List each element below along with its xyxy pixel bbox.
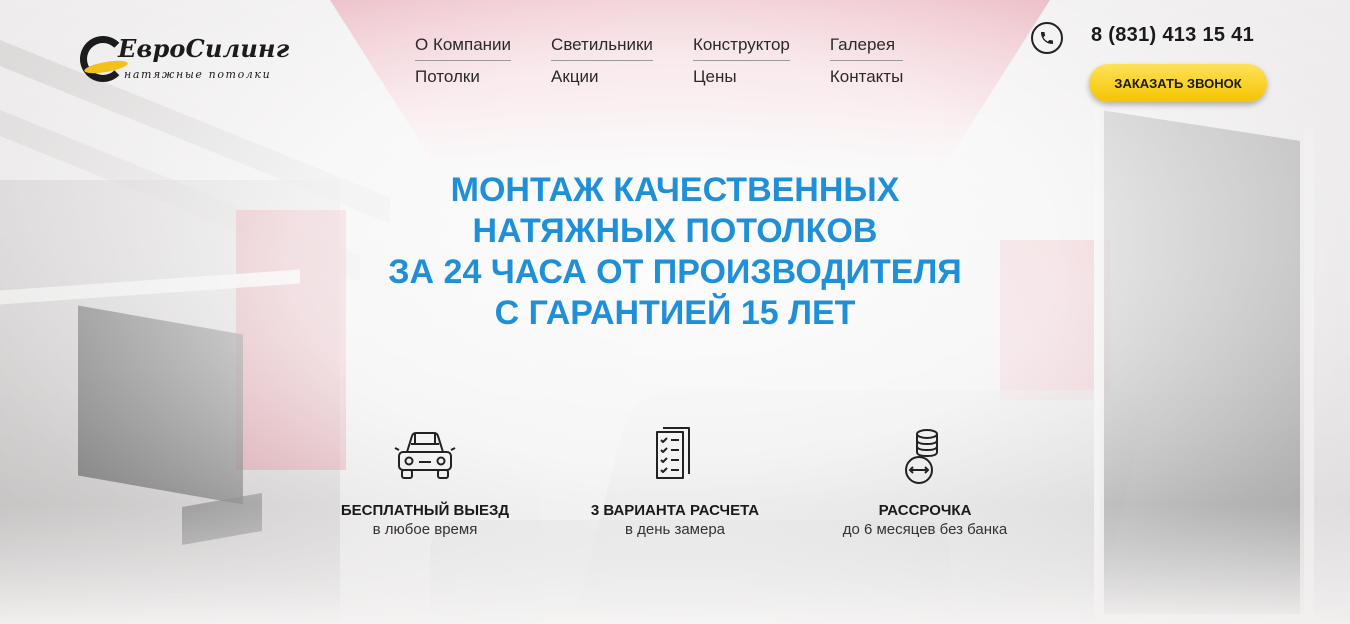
brand-tagline: натяжные потолки [124,68,272,81]
headline-line: с гарантией 15 лет [494,294,856,332]
feature-subtitle: в любое время [372,521,478,538]
nav-link-prices[interactable]: Цены [693,66,790,88]
checklist-icon [640,424,710,488]
nav-link-promotions[interactable]: Акции [551,66,653,88]
nav-link-about[interactable]: О Компании [415,34,512,61]
nav-link-constructor[interactable]: Конструктор [692,34,790,61]
nav-column: Галерея Контакты [829,34,904,88]
headline-line: за 24 часа от производителя [388,253,962,291]
feature-subtitle: в день замера [624,521,726,538]
phone-number[interactable]: 8 (831) 413 15 41 [1091,24,1254,47]
nav-column: О Компании Потолки [415,34,512,88]
phone-icon[interactable] [1031,22,1063,54]
headline-line: Монтаж качественных [450,171,900,209]
order-call-button[interactable]: Заказать звонок [1089,64,1267,102]
feature-three-options: 3 варианта расчета в день замера [555,424,795,540]
nav-link-gallery[interactable]: Галерея [829,34,904,61]
brand-name: ЕвроСилинг [118,34,290,63]
headline-line: натяжных потолков [472,212,878,250]
nav-column: Конструктор Цены [692,34,790,88]
feature-free-visit: Бесплатный выезд в любое время [305,424,545,540]
feature-installment: Рассрочка до 6 месяцев без банка [805,424,1045,540]
feature-title: Рассрочка [878,502,972,519]
hero-headline: Монтаж качественных натяжных потолков за… [300,170,1050,334]
car-icon [390,424,460,488]
nav-column: Светильники Акции [551,34,653,88]
brand-logo[interactable]: ЕвроСилинг натяжные потолки [80,34,290,86]
feature-title: 3 варианта расчета [590,502,760,519]
coins-icon [890,424,960,488]
nav-link-contacts[interactable]: Контакты [830,66,903,88]
main-nav: О Компании Потолки Светильники Акции Кон… [415,34,943,88]
nav-link-lights[interactable]: Светильники [551,34,653,61]
feature-title: Бесплатный выезд [340,502,510,519]
feature-subtitle: до 6 месяцев без банка [842,521,1008,538]
nav-link-ceilings[interactable]: Потолки [415,66,511,88]
